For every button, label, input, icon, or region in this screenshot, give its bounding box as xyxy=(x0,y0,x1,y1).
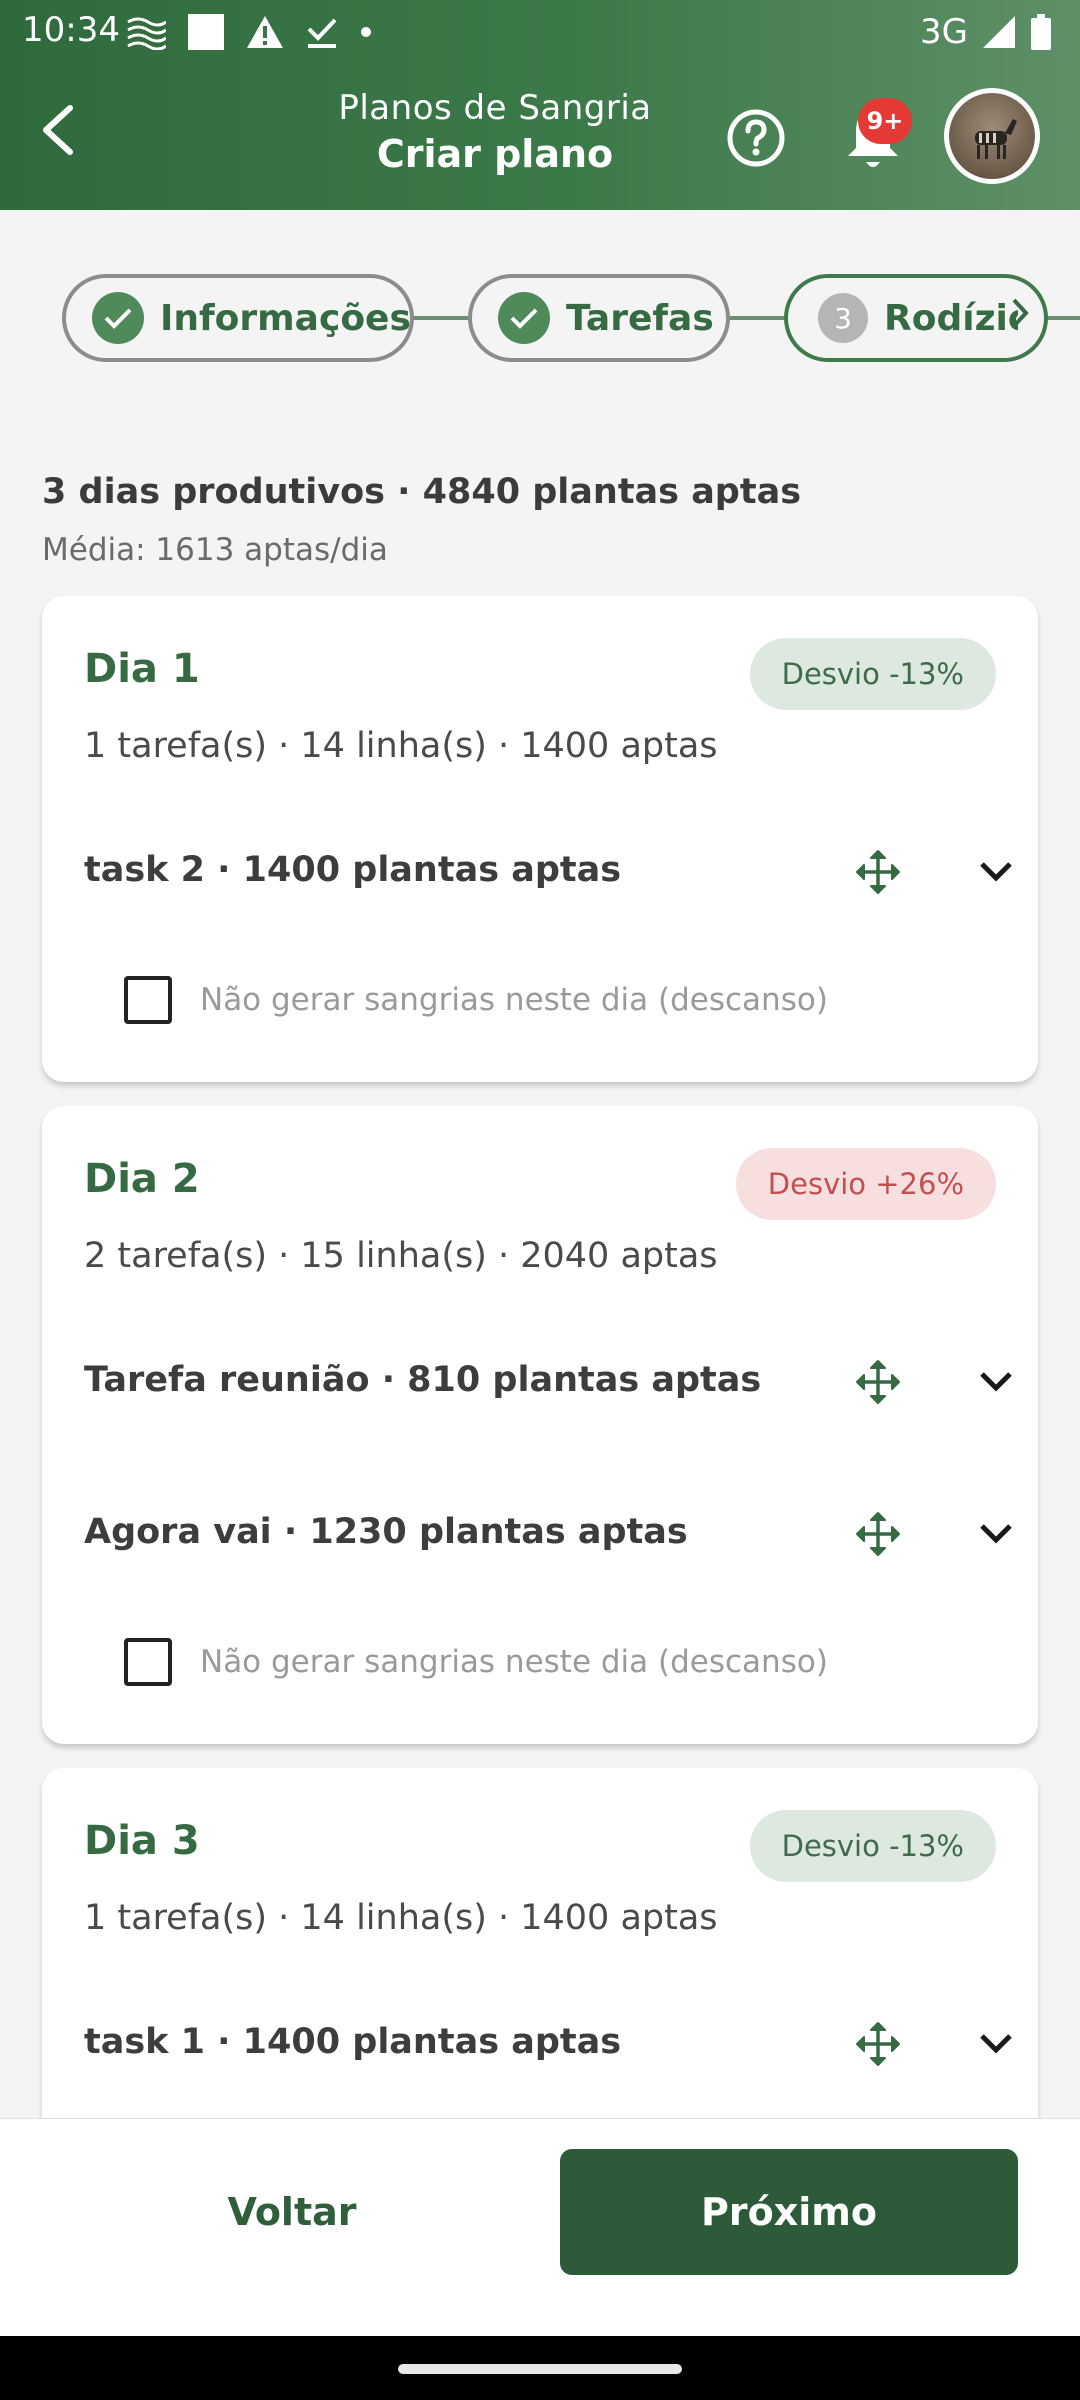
signal-waves-icon xyxy=(127,17,166,50)
help-circle-icon[interactable] xyxy=(724,106,788,170)
task-name: Agora vai · 1230 plantas aptas xyxy=(84,1512,688,1552)
day-meta: 1 tarefa(s) · 14 linha(s) · 1400 aptas xyxy=(84,726,718,766)
chevron-down-icon[interactable] xyxy=(976,854,1016,890)
step-label: Rodízio xyxy=(884,297,1018,339)
task-row[interactable]: task 1 · 1400 plantas aptas xyxy=(84,2004,1012,2084)
back-button[interactable] xyxy=(26,98,90,162)
task-row[interactable]: Tarefa reunião · 810 plantas aptas xyxy=(84,1342,1012,1422)
step-informacoes[interactable]: Informações xyxy=(62,274,414,362)
task-row[interactable]: Agora vai · 1230 plantas aptas xyxy=(84,1494,1012,1574)
status-notification-icons xyxy=(126,10,372,54)
step-number: 3 xyxy=(818,293,868,343)
day-card: Dia 3 Desvio -13% 1 tarefa(s) · 14 linha… xyxy=(42,1768,1038,2168)
desvio-badge: Desvio +26% xyxy=(735,1148,996,1220)
summary-line: 3 dias produtivos · 4840 plantas aptas xyxy=(42,472,802,512)
day-title: Dia 2 xyxy=(84,1156,200,1202)
system-nav-bar xyxy=(0,2336,1080,2400)
day-meta: 2 tarefa(s) · 15 linha(s) · 2040 aptas xyxy=(84,1236,718,1276)
voltar-button[interactable]: Voltar xyxy=(92,2149,492,2275)
proximo-button[interactable]: Próximo xyxy=(560,2149,1018,2275)
notifications-badge: 9+ xyxy=(858,98,912,144)
chevron-right-icon xyxy=(1012,298,1029,328)
stepper: Informações Tarefas 3 Rodízio xyxy=(0,268,1080,368)
desvio-badge: Desvio -13% xyxy=(749,1810,996,1882)
page-subtitle: Planos de Sangria xyxy=(338,88,652,128)
download-done-icon xyxy=(307,18,337,48)
app-bar-titles: Planos de Sangria Criar plano xyxy=(300,88,690,176)
drag-move-icon[interactable] xyxy=(854,2020,902,2068)
day-title: Dia 1 xyxy=(84,646,200,692)
task-name: task 1 · 1400 plantas aptas xyxy=(84,2022,622,2062)
checkbox-icon[interactable] xyxy=(124,976,172,1024)
zebra-avatar-icon xyxy=(975,119,1017,159)
day-meta: 1 tarefa(s) · 14 linha(s) · 1400 aptas xyxy=(84,1898,718,1938)
chevron-down-icon[interactable] xyxy=(976,1516,1016,1552)
day-title: Dia 3 xyxy=(84,1818,200,1864)
step-label: Informações xyxy=(160,297,411,339)
step-label: Tarefas xyxy=(566,297,714,339)
checkbox-icon[interactable] xyxy=(124,1638,172,1686)
status-time: 10:34 xyxy=(22,10,120,50)
drag-move-icon[interactable] xyxy=(854,1358,902,1406)
stepper-connector xyxy=(410,316,472,320)
check-icon xyxy=(92,292,144,344)
arrow-back-icon xyxy=(43,105,73,155)
step-rodizio[interactable]: 3 Rodízio xyxy=(784,274,1048,362)
cell-signal-icon xyxy=(983,16,1015,48)
status-right: 3G xyxy=(920,10,1052,54)
square-icon xyxy=(188,14,224,50)
rest-day-label: Não gerar sangrias neste dia (descanso) xyxy=(200,982,828,1018)
warning-icon xyxy=(247,16,283,48)
stepper-connector xyxy=(728,316,788,320)
dot-icon xyxy=(361,27,371,37)
chevron-down-icon[interactable] xyxy=(976,2026,1016,2062)
day-card: Dia 2 Desvio +26% 2 tarefa(s) · 15 linha… xyxy=(42,1106,1038,1744)
rest-day-label: Não gerar sangrias neste dia (descanso) xyxy=(200,1644,828,1680)
average-line: Média: 1613 aptas/dia xyxy=(42,532,388,568)
check-icon xyxy=(498,292,550,344)
rest-day-checkbox[interactable]: Não gerar sangrias neste dia (descanso) xyxy=(124,1632,828,1692)
home-gesture-handle[interactable] xyxy=(398,2364,682,2374)
battery-icon xyxy=(1031,14,1051,50)
page-title: Criar plano xyxy=(376,132,614,176)
network-type: 3G xyxy=(920,12,968,52)
drag-move-icon[interactable] xyxy=(854,1510,902,1558)
step-tarefas[interactable]: Tarefas xyxy=(468,274,730,362)
day-card: Dia 1 Desvio -13% 1 tarefa(s) · 14 linha… xyxy=(42,596,1038,1082)
task-name: task 2 · 1400 plantas aptas xyxy=(84,850,622,890)
drag-move-icon[interactable] xyxy=(854,848,902,896)
desvio-badge: Desvio -13% xyxy=(749,638,996,710)
status-bar: 10:34 3G xyxy=(0,0,1080,62)
app-header: 10:34 3G Planos de Sangria Criar plano 9… xyxy=(0,0,1080,210)
stepper-connector xyxy=(1044,316,1080,320)
rest-day-checkbox[interactable]: Não gerar sangrias neste dia (descanso) xyxy=(124,970,828,1030)
task-row[interactable]: task 2 · 1400 plantas aptas xyxy=(84,832,1012,912)
app-bar: Planos de Sangria Criar plano 9+ xyxy=(0,62,1080,210)
task-name: Tarefa reunião · 810 plantas aptas xyxy=(84,1360,762,1400)
bottom-action-bar: Voltar Próximo xyxy=(0,2118,1080,2336)
user-avatar[interactable] xyxy=(944,88,1040,184)
chevron-down-icon[interactable] xyxy=(976,1364,1016,1400)
